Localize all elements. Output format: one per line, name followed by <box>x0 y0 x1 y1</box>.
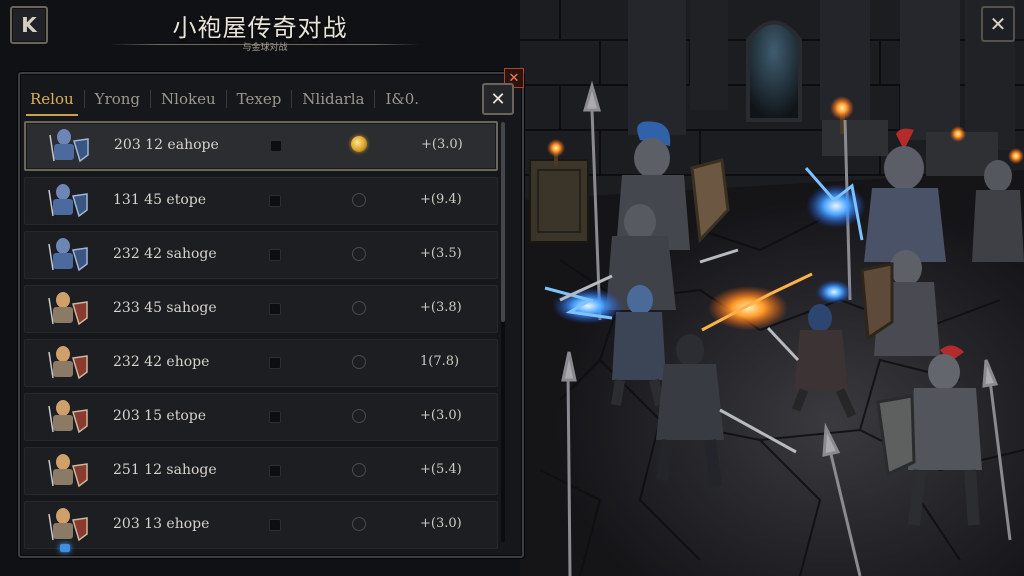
close-icon: ✕ <box>989 12 1007 36</box>
back-button-label: K <box>21 13 37 37</box>
leaderboard-list: 203 12 eahope +(3.0) 131 45 etope +(9.4)… <box>24 121 498 555</box>
tab-last[interactable]: I&0. <box>375 88 429 110</box>
page-subtitle: 与金球对战 <box>242 43 288 53</box>
tab-texep[interactable]: Texep <box>227 88 292 110</box>
gem-icon <box>60 544 70 552</box>
close-button[interactable]: ✕ <box>981 6 1015 42</box>
radio-icon[interactable] <box>352 409 366 423</box>
radio-icon[interactable] <box>352 247 366 261</box>
back-button[interactable]: K <box>10 6 48 44</box>
player-score: +(3.8) <box>420 300 462 315</box>
knight-avatar-icon <box>48 184 88 218</box>
list-item[interactable]: 131 45 etope +(9.4) <box>24 177 498 225</box>
gold-medal-icon <box>351 136 367 152</box>
row-checkbox[interactable] <box>270 140 282 152</box>
list-item[interactable]: 203 12 eahope +(3.0) <box>24 121 498 171</box>
list-item[interactable]: 232 42 sahoge +(3.5) <box>24 231 498 279</box>
list-scrollbar[interactable] <box>501 122 505 542</box>
player-name: 131 45 etope <box>113 192 207 208</box>
knight-avatar-icon <box>49 129 89 163</box>
player-score: +(3.0) <box>420 408 462 423</box>
knight-avatar-icon <box>48 346 88 380</box>
player-name: 251 12 sahoge <box>113 462 217 478</box>
player-score: +(9.4) <box>420 192 462 207</box>
radio-icon[interactable] <box>352 463 366 477</box>
list-item[interactable]: 251 12 sahoge +(5.4) <box>24 447 498 495</box>
player-name: 232 42 ehope <box>113 354 210 370</box>
row-checkbox[interactable] <box>269 411 281 423</box>
row-checkbox[interactable] <box>269 303 281 315</box>
tab-relou[interactable]: Relou <box>20 88 84 116</box>
knight-avatar-icon <box>48 238 88 272</box>
player-score: +(3.0) <box>420 516 462 531</box>
tab-yrong[interactable]: Yrong <box>85 88 150 110</box>
tab-nlokeu[interactable]: Nlokeu <box>151 88 226 110</box>
radio-icon[interactable] <box>352 517 366 531</box>
tab-nlidarla[interactable]: Nlidarla <box>292 88 374 110</box>
knight-avatar-icon <box>48 292 88 326</box>
radio-icon[interactable] <box>352 301 366 315</box>
panel-close-button[interactable]: ✕ <box>482 83 514 115</box>
player-name: 203 12 eahope <box>114 137 219 153</box>
player-name: 203 15 etope <box>113 408 207 424</box>
player-name: 203 13 ehope <box>113 516 210 532</box>
list-item[interactable]: 233 45 sahoge +(3.8) <box>24 285 498 333</box>
player-name: 232 42 sahoge <box>113 246 217 262</box>
row-checkbox[interactable] <box>269 519 281 531</box>
player-score: +(3.5) <box>420 246 462 261</box>
knight-avatar-icon <box>48 508 88 542</box>
row-checkbox[interactable] <box>269 195 281 207</box>
page-title: 小袍屋传奇对战 <box>172 14 348 42</box>
leaderboard-tabs: Relou Yrong Nlokeu Texep Nlidarla I&0. <box>20 80 490 118</box>
player-score: 1(7.8) <box>420 354 460 369</box>
row-checkbox[interactable] <box>269 357 281 369</box>
row-checkbox[interactable] <box>269 465 281 477</box>
list-item[interactable]: 203 13 ehope +(3.0) <box>24 501 498 549</box>
knight-avatar-icon <box>48 400 88 434</box>
player-score: +(3.0) <box>421 137 463 152</box>
knight-avatar-icon <box>48 454 88 488</box>
radio-icon[interactable] <box>352 355 366 369</box>
list-item[interactable]: 232 42 ehope 1(7.8) <box>24 339 498 387</box>
list-item[interactable]: 203 15 etope +(3.0) <box>24 393 498 441</box>
row-checkbox[interactable] <box>269 249 281 261</box>
player-score: +(5.4) <box>420 462 462 477</box>
radio-icon[interactable] <box>352 193 366 207</box>
scroll-thumb[interactable] <box>501 122 505 322</box>
player-name: 233 45 sahoge <box>113 300 217 316</box>
close-icon: ✕ <box>490 88 506 110</box>
